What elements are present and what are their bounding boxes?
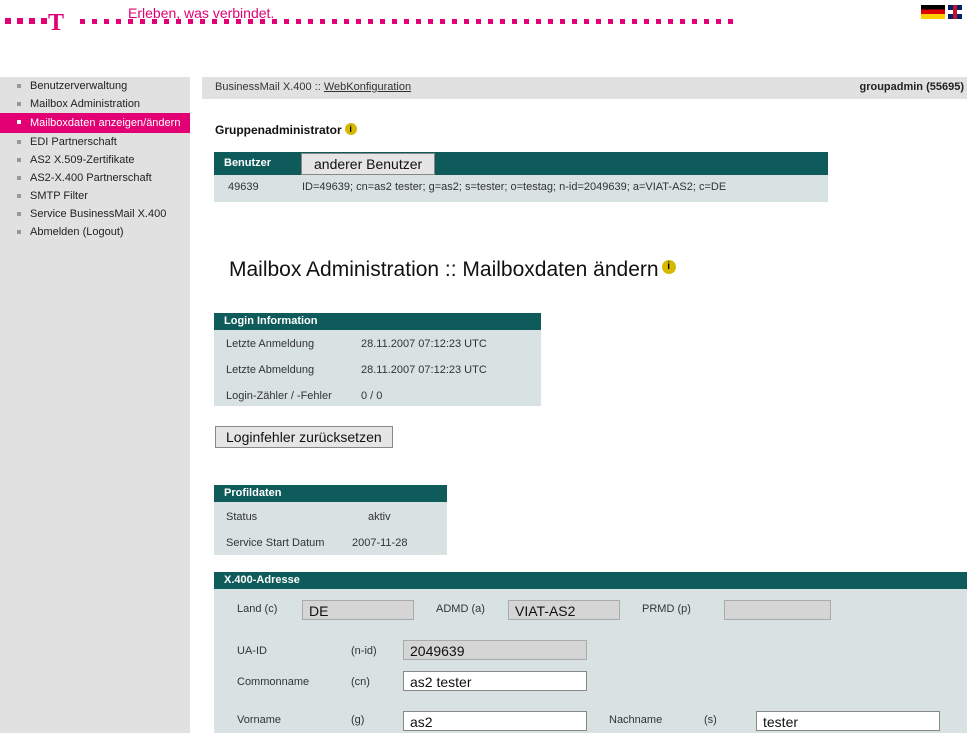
prmd-field[interactable] (724, 600, 831, 620)
login-counter-label: Login-Zähler / -Fehler (226, 390, 332, 402)
other-user-button[interactable]: anderer Benutzer (301, 153, 436, 175)
telekom-logo[interactable]: T (48, 10, 64, 37)
sidebar-item-mailbox-administration[interactable]: Mailbox Administration (0, 95, 190, 113)
german-flag-icon[interactable] (921, 5, 945, 19)
profile-panel: Profildaten Status aktiv Service Start D… (214, 485, 447, 555)
bullet-icon (17, 230, 21, 234)
x400-title: X.400-Adresse (214, 572, 967, 589)
login-info-panel: Login Information Letzte Anmeldung 28.11… (214, 313, 541, 406)
uaid-field[interactable]: 2049639 (403, 640, 587, 660)
sidebar-item-mailboxdaten[interactable]: Mailboxdaten anzeigen/ändern (0, 113, 190, 133)
sidebar: Benutzerverwaltung Mailbox Administratio… (0, 77, 190, 733)
page-title: Mailbox Administration :: Mailboxdaten ä… (229, 258, 676, 282)
bullet-icon (17, 102, 21, 106)
tagline: Erleben, was verbindet. (128, 5, 275, 21)
x400-address-panel: X.400-Adresse Land (c) DE ADMD (a) VIAT-… (214, 572, 967, 733)
commonname-input[interactable]: as2 tester (403, 671, 587, 691)
vorname-code: (g) (351, 714, 365, 726)
uaid-code: (n-id) (351, 645, 377, 657)
info-icon[interactable]: i (661, 260, 676, 274)
sidebar-nav: Benutzerverwaltung Mailbox Administratio… (0, 77, 190, 241)
prmd-label: PRMD (p) (642, 603, 691, 615)
uaid-label: UA-ID (237, 645, 267, 657)
user-panel: Benutzer anderer Benutzer 49639 ID=49639… (214, 152, 828, 202)
bullet-icon (17, 158, 21, 162)
sidebar-item-as2-zertifikate[interactable]: AS2 X.509-Zertifikate (0, 151, 190, 169)
language-flags (921, 5, 962, 19)
current-user: groupadmin (55695) (859, 81, 964, 93)
user-dn: ID=49639; cn=as2 tester; g=as2; s=tester… (302, 181, 727, 193)
last-logout-value: 28.11.2007 07:12:23 UTC (361, 364, 487, 376)
profile-title: Profildaten (214, 485, 447, 502)
bullet-icon (17, 84, 21, 88)
login-counter-value: 0 / 0 (361, 390, 383, 402)
breadcrumb: BusinessMail X.400 :: WebKonfiguration (215, 81, 412, 93)
english-flag-icon[interactable] (948, 5, 962, 19)
header: T Erleben, was verbindet. (0, 0, 967, 40)
sidebar-item-as2-x400-partnerschaft[interactable]: AS2-X.400 Partnerschaft (0, 169, 190, 187)
user-panel-header: Benutzer anderer Benutzer (214, 152, 828, 175)
land-field[interactable]: DE (302, 600, 414, 620)
breadcrumb-bar: BusinessMail X.400 :: WebKonfiguration g… (202, 77, 967, 99)
service-start-label: Service Start Datum (226, 537, 325, 549)
login-info-title: Login Information (214, 313, 541, 330)
nachname-code: (s) (704, 714, 717, 726)
user-id: 49639 (228, 181, 259, 193)
bullet-icon (17, 140, 21, 144)
last-logout-label: Letzte Abmeldung (226, 364, 315, 376)
status-label: Status (226, 511, 258, 523)
logo-dots (5, 18, 47, 24)
sidebar-item-logout[interactable]: Abmelden (Logout) (0, 223, 190, 241)
bullet-icon (17, 176, 21, 180)
commonname-label: Commonname (237, 676, 310, 688)
bullet-icon (17, 194, 21, 198)
info-icon[interactable]: i (344, 123, 357, 135)
admd-label: ADMD (a) (436, 603, 485, 615)
land-label: Land (c) (237, 603, 278, 615)
last-login-label: Letzte Anmeldung (226, 338, 315, 350)
service-start-value: 2007-11-28 (352, 537, 408, 549)
admd-field[interactable]: VIAT-AS2 (508, 600, 620, 620)
nachname-label: Nachname (609, 714, 663, 726)
webkonfiguration-link[interactable]: WebKonfiguration (324, 81, 411, 93)
bullet-icon (17, 120, 21, 124)
sidebar-item-smtp-filter[interactable]: SMTP Filter (0, 187, 190, 205)
nachname-input[interactable]: tester (756, 711, 940, 731)
last-login-value: 28.11.2007 07:12:23 UTC (361, 338, 487, 350)
sidebar-item-edi-partnerschaft[interactable]: EDI Partnerschaft (0, 133, 190, 151)
user-panel-label: Benutzer (224, 157, 272, 169)
status-value: aktiv (368, 511, 391, 523)
group-admin-title: Gruppenadministrator i (215, 123, 357, 137)
sidebar-item-benutzerverwaltung[interactable]: Benutzerverwaltung (0, 77, 190, 95)
vorname-input[interactable]: as2 (403, 711, 587, 731)
reset-login-errors-button[interactable]: Loginfehler zurücksetzen (215, 426, 393, 448)
bullet-icon (17, 212, 21, 216)
commonname-code: (cn) (351, 676, 370, 688)
sidebar-item-service-businessmail[interactable]: Service BusinessMail X.400 (0, 205, 190, 223)
vorname-label: Vorname (237, 714, 282, 726)
